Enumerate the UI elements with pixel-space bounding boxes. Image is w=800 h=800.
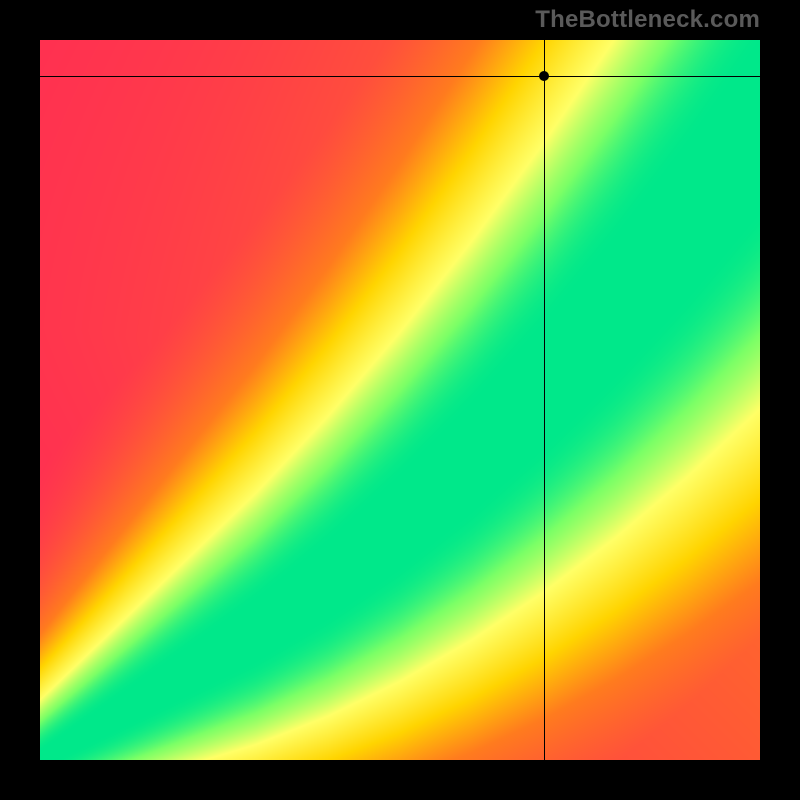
chart-stage: TheBottleneck.com — [0, 0, 800, 800]
crosshair-vertical — [544, 40, 545, 760]
heatmap-plot-area — [40, 40, 760, 760]
marker-dot — [539, 71, 549, 81]
heatmap-canvas — [40, 40, 760, 760]
crosshair-horizontal — [40, 76, 760, 77]
watermark-text: TheBottleneck.com — [535, 6, 760, 34]
